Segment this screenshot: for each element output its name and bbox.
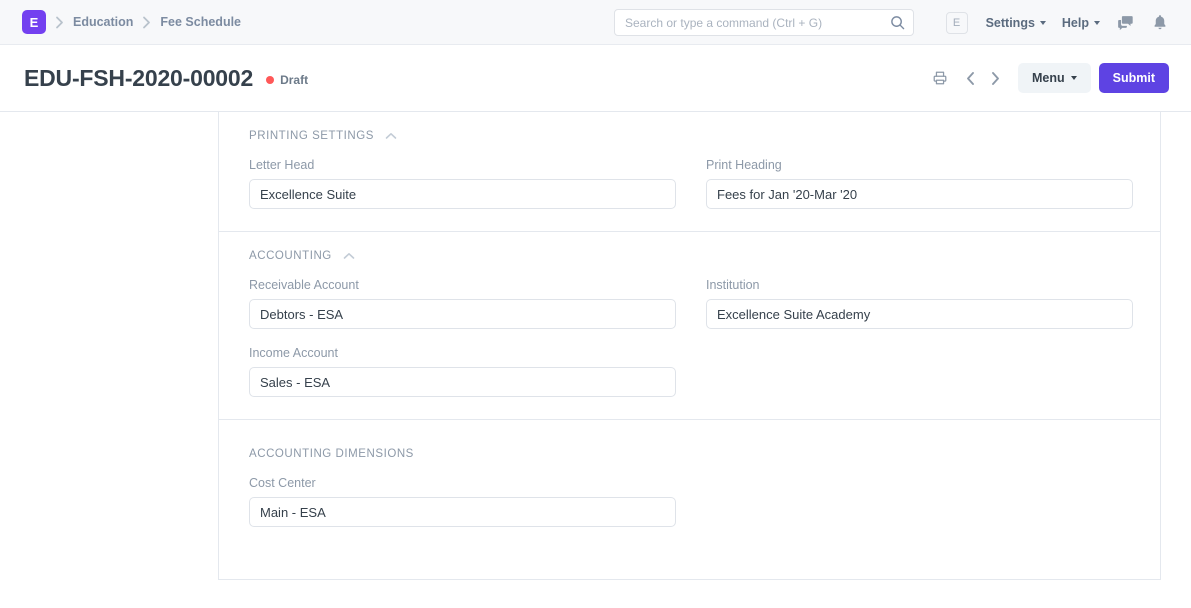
help-label: Help (1062, 16, 1089, 30)
field-label-cost-center: Cost Center (249, 476, 676, 490)
submit-button[interactable]: Submit (1099, 63, 1169, 93)
field-receivable-account: Receivable Account (249, 278, 676, 329)
settings-label: Settings (986, 16, 1035, 30)
form-layout: Printing Settings Letter Head Print Head… (218, 112, 1161, 580)
input-print-heading[interactable] (706, 179, 1133, 209)
field-label-print-heading: Print Heading (706, 158, 1133, 172)
settings-menu[interactable]: Settings (978, 12, 1054, 34)
chevron-up-icon-2[interactable] (343, 252, 355, 260)
chevron-up-icon[interactable] (385, 132, 397, 140)
field-letter-head: Letter Head (249, 158, 676, 209)
menu-button[interactable]: Menu (1018, 63, 1091, 93)
field-label-letter-head: Letter Head (249, 158, 676, 172)
chevron-down-icon-3 (1071, 76, 1077, 80)
help-menu[interactable]: Help (1054, 12, 1108, 34)
breadcrumb-separator-icon-2 (142, 16, 151, 29)
submit-button-label: Submit (1113, 71, 1155, 85)
navbar-right: E Settings Help (946, 0, 1177, 45)
printer-icon[interactable] (926, 65, 954, 91)
section-label-accounting-dimensions: Accounting Dimensions (249, 448, 414, 460)
input-income-account[interactable] (249, 367, 676, 397)
breadcrumb-education[interactable]: Education (73, 15, 133, 29)
chevron-right-icon[interactable] (983, 66, 1008, 91)
section-accounting: Accounting Receivable Account Institutio… (219, 231, 1160, 419)
form-column-spacer (706, 346, 1133, 397)
field-cost-center: Cost Center (249, 476, 676, 527)
breadcrumb-separator-icon (55, 16, 64, 29)
section-accounting-dimensions: Accounting Dimensions Cost Center (219, 419, 1160, 549)
field-label-income-account: Income Account (249, 346, 676, 360)
form-row: Letter Head Print Heading (249, 158, 1130, 209)
search-input[interactable] (614, 9, 914, 36)
field-income-account: Income Account (249, 346, 676, 397)
input-receivable-account[interactable] (249, 299, 676, 329)
form-row: Cost Center (249, 476, 1130, 527)
section-header-accounting-dimensions[interactable]: Accounting Dimensions (249, 448, 1130, 460)
top-navbar: E Education Fee Schedule E Settings Help (0, 0, 1191, 45)
section-printing-settings: Printing Settings Letter Head Print Head… (219, 112, 1160, 231)
chevron-down-icon (1040, 21, 1046, 25)
section-label-accounting: Accounting (249, 250, 332, 262)
status-badge[interactable]: Draft (266, 73, 308, 87)
status-dot-icon (266, 76, 274, 84)
form-row: Receivable Account Institution (249, 278, 1130, 329)
field-label-institution: Institution (706, 278, 1133, 292)
form-area: Printing Settings Letter Head Print Head… (0, 111, 1191, 608)
app-logo[interactable]: E (22, 10, 46, 34)
input-letter-head[interactable] (249, 179, 676, 209)
field-institution: Institution (706, 278, 1133, 329)
page-actions: Menu Submit (926, 63, 1169, 93)
form-row: Income Account (249, 346, 1130, 397)
page-title: EDU-FSH-2020-00002 (24, 65, 253, 92)
breadcrumb-fee-schedule[interactable]: Fee Schedule (160, 15, 241, 29)
section-header-accounting[interactable]: Accounting (249, 250, 1130, 262)
field-label-receivable-account: Receivable Account (249, 278, 676, 292)
navbar-avatar-letter: E (953, 17, 960, 29)
chevron-down-icon-2 (1094, 21, 1100, 25)
input-cost-center[interactable] (249, 497, 676, 527)
app-logo-letter: E (30, 15, 39, 30)
field-print-heading: Print Heading (706, 158, 1133, 209)
chat-icon[interactable] (1108, 10, 1143, 35)
menu-button-label: Menu (1032, 71, 1065, 85)
status-label: Draft (280, 73, 308, 87)
chevron-left-icon[interactable] (958, 66, 983, 91)
global-search (614, 9, 914, 36)
input-institution[interactable] (706, 299, 1133, 329)
page-header: EDU-FSH-2020-00002 Draft Menu Submit (0, 45, 1191, 111)
section-label-printing-settings: Printing Settings (249, 130, 374, 142)
form-column-spacer (706, 476, 1133, 527)
bell-icon[interactable] (1143, 10, 1177, 35)
section-header-printing-settings[interactable]: Printing Settings (249, 130, 1130, 142)
navbar-avatar[interactable]: E (946, 12, 968, 34)
